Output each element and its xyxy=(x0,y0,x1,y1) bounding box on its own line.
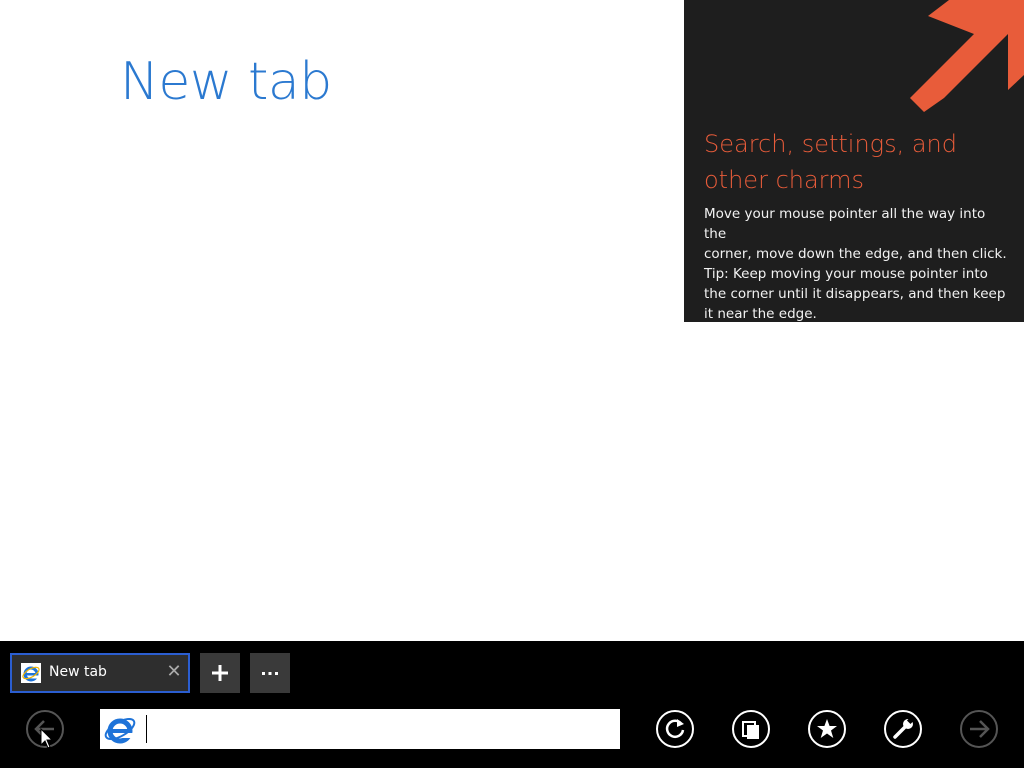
forward-button[interactable] xyxy=(959,709,999,749)
charms-tip-title-line2: other charms xyxy=(704,166,865,194)
forward-arrow-icon xyxy=(960,710,998,748)
pin-to-start-button[interactable] xyxy=(731,709,771,749)
wrench-icon xyxy=(884,710,922,748)
star-icon xyxy=(808,710,846,748)
charms-tip-body-line5: it near the edge. xyxy=(704,306,817,322)
address-bar[interactable] xyxy=(100,709,620,749)
charms-tip-body-line3: Tip: Keep moving your mouse pointer into xyxy=(704,266,988,282)
mouse-cursor-icon xyxy=(40,728,54,749)
tab-label: New tab xyxy=(49,664,107,680)
tab-new-tab[interactable]: New tab ✕ xyxy=(10,653,190,693)
favorites-button[interactable] xyxy=(807,709,847,749)
charms-tip-title-line1: Search, settings, and xyxy=(704,130,957,158)
plus-icon xyxy=(212,665,228,681)
charms-tip-body-line2: corner, move down the edge, and then cli… xyxy=(704,246,1007,262)
close-icon[interactable]: ✕ xyxy=(166,661,182,683)
address-input[interactable] xyxy=(146,715,607,743)
new-tab-button[interactable] xyxy=(200,653,240,693)
refresh-icon xyxy=(656,710,694,748)
charms-tip-body-line4: the corner until it disappears, and then… xyxy=(704,286,1006,302)
charms-tip-panel: Search, settings, and other charms Move … xyxy=(684,0,1024,322)
page-title: New tab xyxy=(120,52,332,112)
ie-icon xyxy=(21,663,41,683)
charms-tip-body: Move your mouse pointer all the way into… xyxy=(704,204,1009,322)
charms-tip-body-line1: Move your mouse pointer all the way into… xyxy=(704,206,986,242)
charms-tip-title: Search, settings, and other charms xyxy=(704,126,1004,198)
refresh-button[interactable] xyxy=(655,709,695,749)
pin-to-start-icon xyxy=(732,710,770,748)
arrow-up-right-icon xyxy=(910,0,1024,112)
tab-tools-button[interactable] xyxy=(250,653,290,693)
page-tools-button[interactable] xyxy=(883,709,923,749)
more-icon xyxy=(262,672,278,675)
app-bar: New tab ✕ xyxy=(0,641,1024,768)
ie-icon xyxy=(104,717,136,744)
